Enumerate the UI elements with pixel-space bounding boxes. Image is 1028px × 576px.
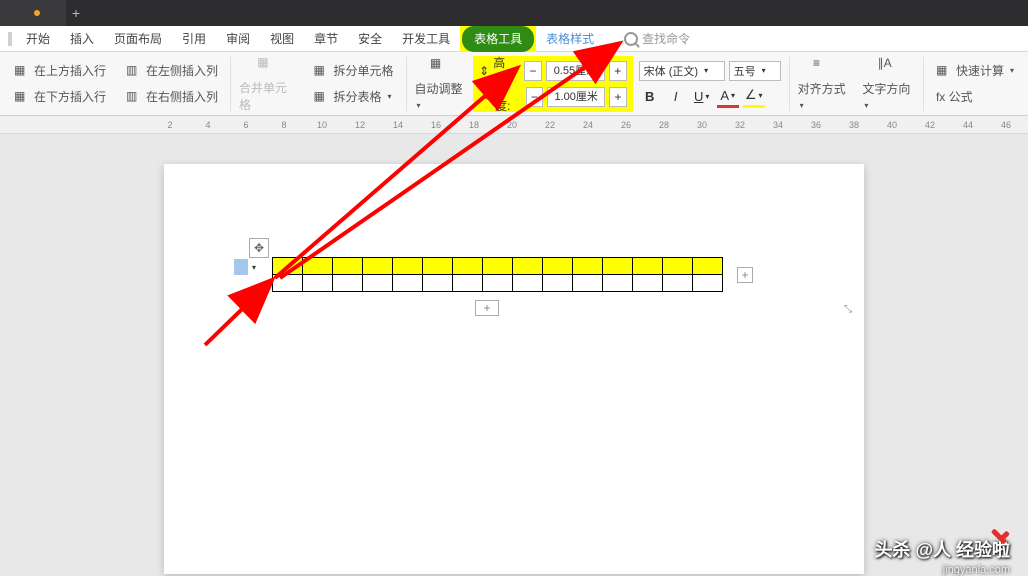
document-table[interactable]	[272, 257, 723, 292]
width-label: 宽度:	[495, 80, 521, 114]
width-minus-button[interactable]: −	[526, 87, 543, 107]
dimensions-group: ⇕ 高度: − 0.55厘米 + ⇔ 宽度: − 1.00厘米 +	[473, 56, 633, 112]
calc-icon: ▦	[936, 63, 952, 79]
document-page[interactable]: ▾ ✥ + + ⤡	[164, 164, 864, 574]
menu-security[interactable]: 安全	[348, 26, 392, 52]
underline-button[interactable]: U▾	[691, 86, 713, 108]
divider	[230, 57, 231, 111]
width-input[interactable]: 1.00厘米	[547, 87, 605, 107]
menu-bar: 开始 插入 页面布局 引用 审阅 视图 章节 安全 开发工具 表格工具 表格样式…	[0, 26, 1028, 52]
chevron-down-icon: ▾	[800, 101, 804, 110]
divider	[789, 57, 790, 111]
align-button[interactable]: ≡ 对齐方式▾	[792, 54, 857, 114]
split-table-icon: ▦	[314, 89, 330, 105]
menu-start[interactable]: 开始	[16, 26, 60, 52]
divider	[406, 57, 407, 111]
formula-button[interactable]: fx 公式	[932, 86, 1018, 108]
col-left-icon: ▥	[126, 63, 142, 79]
add-row-button[interactable]: +	[475, 300, 499, 316]
menu-table-tools[interactable]: 表格工具	[462, 26, 534, 52]
split-cell-icon: ▦	[314, 63, 330, 79]
add-column-button[interactable]: +	[737, 267, 753, 283]
menu-table-style[interactable]: 表格样式	[536, 26, 604, 52]
window-tabbar: +	[0, 0, 1028, 26]
clipboard-icon	[234, 259, 248, 275]
font-family-select[interactable]: 宋体 (正文)▾	[639, 61, 725, 81]
insert-row-below-button[interactable]: ▦在下方插入行	[10, 86, 110, 108]
col-right-icon: ▥	[126, 89, 142, 105]
insert-col-left-button[interactable]: ▥在左侧插入列	[122, 60, 222, 82]
autofit-icon: ▦	[430, 56, 452, 78]
auto-fit-button[interactable]: ▦ 自动调整▾	[408, 54, 473, 114]
table-move-handle[interactable]: ✥	[249, 238, 269, 258]
chevron-down-icon: ▾	[705, 92, 709, 101]
menu-dev-tools[interactable]: 开发工具	[392, 26, 460, 52]
insert-row-above-button[interactable]: ▦在上方插入行	[10, 60, 110, 82]
paste-options-button[interactable]: ▾	[234, 259, 256, 275]
search-icon	[624, 32, 638, 46]
ribbon: ▦在上方插入行 ▦在下方插入行 ▥在左侧插入列 ▥在右侧插入列 ▦ 合并单元格 …	[0, 52, 1028, 116]
chevron-down-icon: ▾	[762, 66, 766, 75]
table-row[interactable]	[273, 258, 723, 275]
search-placeholder: 查找命令	[642, 30, 690, 47]
menu-insert[interactable]: 插入	[60, 26, 104, 52]
font-size-select[interactable]: 五号▾	[729, 61, 781, 81]
table-row[interactable]	[273, 275, 723, 292]
chevron-down-icon: ▾	[704, 66, 708, 75]
insert-col-right-button[interactable]: ▥在右侧插入列	[122, 86, 222, 108]
chevron-down-icon: ▾	[864, 101, 868, 110]
row-above-icon: ▦	[14, 63, 30, 79]
horizontal-ruler[interactable]: 2468101214161820222426283032343638404244…	[0, 116, 1028, 134]
menu-handle-icon	[8, 32, 12, 46]
chevron-down-icon: ▾	[758, 91, 762, 100]
watermark-url: jingyanla.com	[943, 564, 1010, 576]
unsaved-dot-icon	[34, 10, 40, 16]
quick-calc-button[interactable]: ▦快速计算▾	[932, 60, 1018, 82]
table-resize-handle[interactable]: ⤡	[844, 304, 858, 318]
text-direction-button[interactable]: ∥A 文字方向▾	[856, 54, 921, 114]
height-minus-button[interactable]: −	[524, 61, 542, 81]
menu-page-layout[interactable]: 页面布局	[104, 26, 172, 52]
menu-view[interactable]: 视图	[260, 26, 304, 52]
menu-chapter[interactable]: 章节	[304, 26, 348, 52]
chevron-down-icon: ▾	[731, 91, 735, 100]
height-plus-button[interactable]: +	[609, 61, 627, 81]
divider	[923, 57, 924, 111]
chevron-down-icon: ▾	[1010, 66, 1014, 75]
row-below-icon: ▦	[14, 89, 30, 105]
width-plus-button[interactable]: +	[609, 87, 626, 107]
merge-icon: ▦	[257, 55, 279, 77]
italic-button[interactable]: I	[665, 86, 687, 108]
chevron-down-icon: ▾	[388, 92, 392, 101]
highlight-button[interactable]: ∠▾	[743, 86, 765, 108]
document-tab[interactable]	[0, 0, 66, 26]
menu-review[interactable]: 审阅	[216, 26, 260, 52]
add-tab-button[interactable]: +	[66, 5, 86, 21]
chevron-down-icon: ▾	[252, 263, 256, 272]
split-table-button[interactable]: ▦拆分表格▾	[310, 86, 398, 108]
bold-button[interactable]: B	[639, 86, 661, 108]
align-icon: ≡	[813, 56, 835, 78]
chevron-down-icon: ▾	[416, 101, 420, 110]
merge-cells-button[interactable]: ▦ 合并单元格	[233, 54, 304, 114]
height-icon: ⇕	[479, 64, 489, 78]
document-canvas: ▾ ✥ + + ⤡	[0, 134, 1028, 576]
checkmark-icon	[990, 526, 1012, 548]
split-cells-button[interactable]: ▦拆分单元格	[310, 60, 398, 82]
text-dir-icon: ∥A	[878, 56, 900, 78]
font-color-button[interactable]: A▾	[717, 86, 739, 108]
height-input[interactable]: 0.55厘米	[546, 61, 605, 81]
command-search[interactable]: 查找命令	[624, 30, 690, 47]
width-icon: ⇔	[479, 90, 491, 104]
menu-reference[interactable]: 引用	[172, 26, 216, 52]
highlighted-tab-wrap: 表格工具	[460, 26, 536, 52]
